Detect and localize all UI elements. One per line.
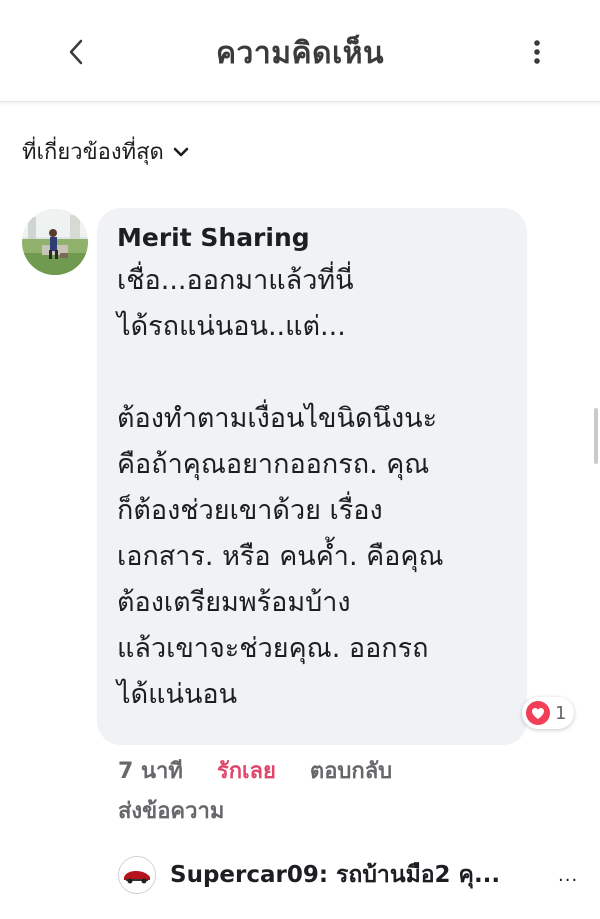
page-title: ความคิดเห็น (215, 36, 385, 71)
reply-button[interactable]: ตอบกลับ (310, 752, 392, 792)
chevron-down-icon (172, 146, 190, 158)
heart-icon (526, 701, 550, 725)
comment-author[interactable]: Merit Sharing (117, 222, 507, 254)
love-reaction-button[interactable]: รักเลย (217, 752, 276, 792)
comment-line: เชื่อ...ออกมาแล้วที่นี่ (117, 265, 354, 296)
scrollbar[interactable] (594, 408, 598, 464)
comment-line: ต้องเตรียมพร้อมบ้าง (117, 587, 351, 618)
comment-line: คือถ้าคุณอยากออกรถ. คุณ (117, 449, 430, 480)
sort-label: ที่เกี่ยวข้องที่สุด (22, 140, 164, 165)
reply-more-dots[interactable]: ... (558, 865, 578, 886)
comment-bubble: Merit Sharing เชื่อ...ออกมาแล้วที่นี่ ได… (97, 208, 527, 745)
comment-line: ต้องทำตามเงื่อนไขนิดนึงนะ (117, 403, 438, 434)
comment-text: เชื่อ...ออกมาแล้วที่นี่ ได้รถแน่นอน..แต่… (117, 258, 507, 718)
next-reply-preview[interactable]: Supercar09: รถบ้านมือ2 คุ... ... (118, 852, 600, 898)
reply-preview-text: Supercar09: รถบ้านมือ2 คุ... (170, 862, 501, 888)
comment-line: เอกสาร. หรือ คนค้ำ. คือคุณ (117, 541, 444, 572)
send-message-button[interactable]: ส่งข้อความ (118, 792, 224, 832)
comment-timestamp: 7 นาที (118, 759, 183, 784)
comment-line: ก็ต้องช่วยเขาด้วย เรื่อง (117, 495, 383, 526)
vertical-dots-icon (534, 40, 540, 64)
comment-line: ได้แน่นอน (117, 679, 238, 710)
comment-actions: 7 นาที รักเลย ตอบกลับส่งข้อความ (118, 752, 538, 832)
sort-dropdown[interactable]: ที่เกี่ยวข้องที่สุด (22, 134, 190, 169)
avatar[interactable] (22, 209, 88, 275)
reaction-count: 1 (555, 702, 567, 724)
reply-avatar[interactable] (118, 856, 156, 894)
comment-line: แล้วเขาจะช่วยคุณ. ออกรถ (117, 633, 429, 664)
comment-line: ได้รถแน่นอน..แต่... (117, 311, 346, 342)
reaction-badge[interactable]: 1 (522, 697, 575, 729)
top-bar: ความคิดเห็น (0, 0, 600, 102)
more-options-button[interactable] (520, 32, 554, 72)
comment-line (117, 350, 507, 396)
